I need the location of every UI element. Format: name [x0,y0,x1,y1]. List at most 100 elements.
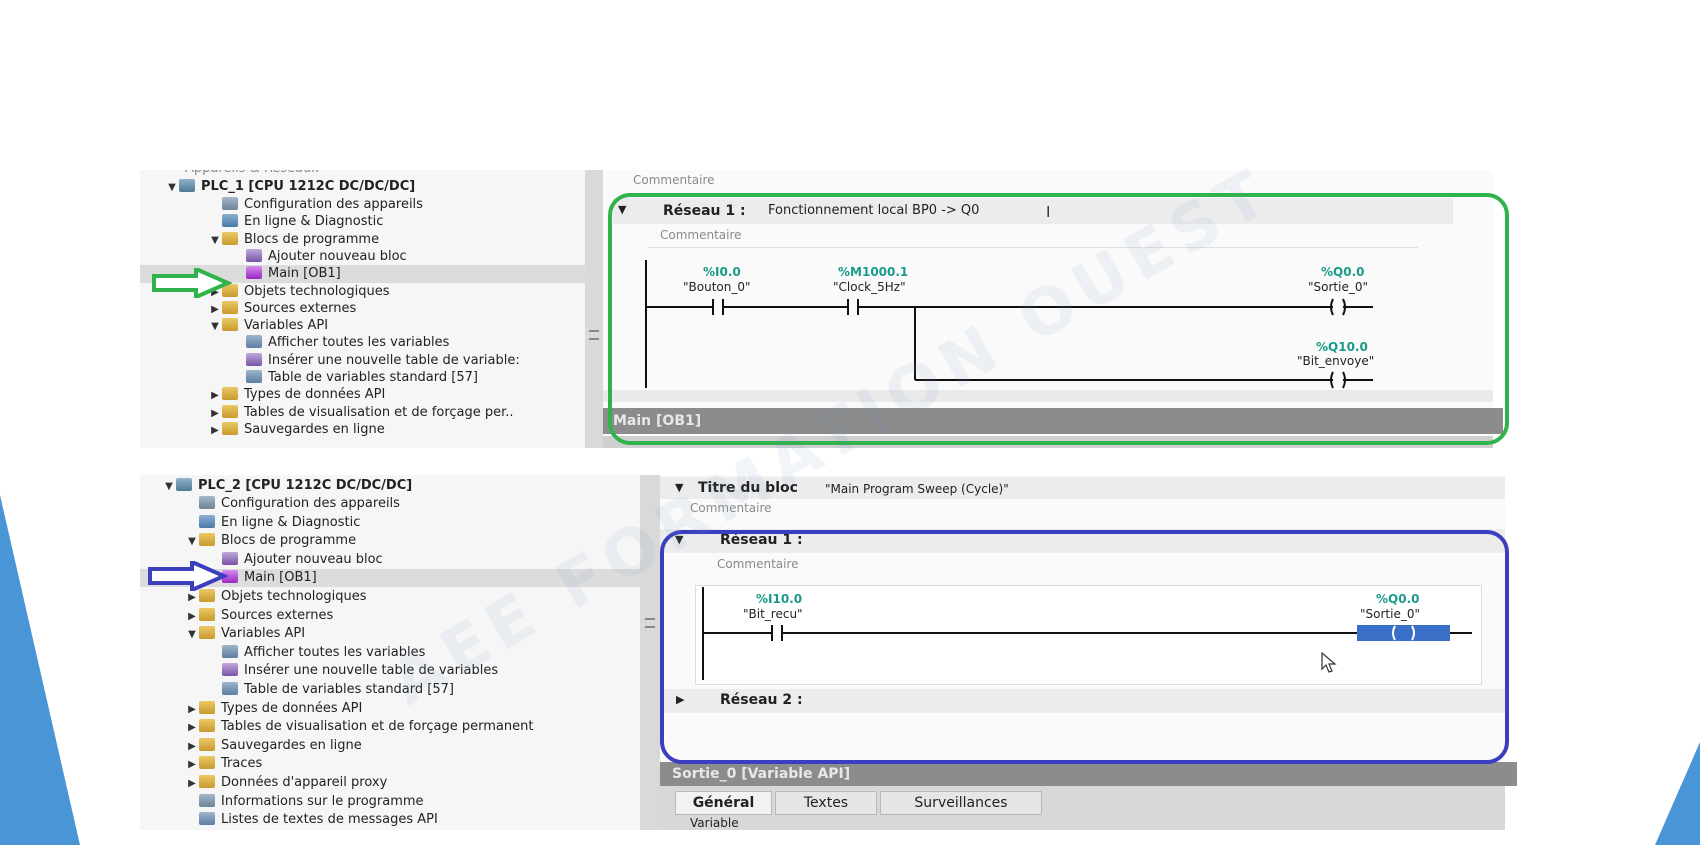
tree-item-label: Types de données API [244,387,386,403]
expand-arrow-icon[interactable]: ▶ [185,775,199,793]
tree-item-label: Ajouter nouveau bloc [244,551,383,567]
tree-item-traces[interactable]: ▶ Traces [185,755,262,773]
tree-item-blocs-de-programme[interactable]: ▼ Blocs de programme [185,532,356,550]
folder-icon [199,775,215,788]
collapse-arrow-icon[interactable]: ▼ [162,478,176,496]
tab-general[interactable]: Général [675,791,772,815]
expand-arrow-icon[interactable]: ▶ [185,608,199,626]
expand-arrow-icon[interactable]: ▶ [185,719,199,737]
add-table-icon [222,663,238,677]
tree-item-label: Sources externes [244,300,357,316]
tree-plc-node[interactable]: ▼ PLC_1 [CPU 1212C DC/DC/DC] [165,178,415,196]
cpu-icon [176,478,192,491]
add-block-icon [246,248,262,262]
variables-icon [222,644,238,658]
collapse-arrow-icon[interactable]: ▼ [208,318,222,336]
folder-icon [199,737,215,751]
blue-highlight-frame [660,530,1509,764]
tree-item-sauvegardes-en-ligne[interactable]: ▶ Sauvegardes en ligne [208,421,385,439]
expand-arrow-icon[interactable]: ▶ [185,589,199,607]
tree-plc-node[interactable]: ▼ PLC_2 [CPU 1212C DC/DC/DC] [162,477,412,495]
expand-arrow-icon[interactable]: ▶ [185,738,199,756]
tree-item-table-de-variables-standard-57[interactable]: Table de variables standard [57] [232,369,478,387]
tree-item-blocs-de-programme[interactable]: ▼ Blocs de programme [208,231,379,249]
tree-plc-label: PLC_1 [CPU 1212C DC/DC/DC] [201,179,416,194]
tree-item-label: Configuration des appareils [221,496,400,511]
collapse-arrow-icon[interactable]: ▼ [165,179,179,197]
expand-arrow-icon[interactable]: ▶ [208,301,222,319]
tree-partial-top[interactable]: Appareils & Réseaux [185,170,319,178]
folder-icon [199,756,215,770]
tree-item-listes-de-textes-de-messages-api[interactable]: Listes de textes de messages API [185,811,438,829]
tree-item-label: Configuration des appareils [244,197,423,212]
variables-icon [246,335,262,349]
tree-item-variables-api[interactable]: ▼ Variables API [185,625,305,643]
tree-item-donn-es-d-appareil-proxy[interactable]: ▶ Données d'appareil proxy [185,774,387,792]
bottom-inspector-title: Sortie_0 [Variable API] [660,762,1517,786]
tree-item-ajouter-nouveau-bloc[interactable]: Ajouter nouveau bloc [232,248,407,266]
tab-surveillances[interactable]: Surveillances [880,791,1042,815]
expand-arrow-icon[interactable]: ▶ [208,422,222,440]
config-icon [199,496,215,509]
expand-arrow-icon[interactable]: ▶ [208,387,222,405]
tree-item-label: Main [OB1] [244,570,317,586]
collapse-arrow-icon[interactable]: ▼ [208,232,222,250]
tree-item-label: Types de données API [221,700,363,716]
tree-item-label: Sources externes [221,607,334,623]
scroll-grip-icon[interactable] [589,330,599,340]
scroll-grip-icon[interactable] [645,618,655,628]
folder-icon [222,421,238,435]
tree-item-label: Table de variables standard [57] [268,370,478,385]
tree-item-sources-externes[interactable]: ▶ Sources externes [208,300,356,318]
tree-item-configuration-des-appareils[interactable]: Configuration des appareils [185,495,400,513]
folder-icon [222,318,238,332]
tree-item-configuration-des-appareils[interactable]: Configuration des appareils [208,196,423,214]
folder-icon [199,719,215,733]
tree-item-objets-technologiques[interactable]: ▶ Objets technologiques [208,283,389,301]
green-arrow-icon [152,268,232,298]
tree-item-en-ligne-diagnostic[interactable]: En ligne & Diagnostic [185,514,360,532]
tree-item-informations-sur-le-programme[interactable]: Informations sur le programme [185,793,424,811]
tab-textes[interactable]: Textes [775,791,877,815]
tree-item-label: Sauvegardes en ligne [221,737,362,753]
tree-item-ajouter-nouveau-bloc[interactable]: Ajouter nouveau bloc [208,551,383,569]
variable-field-label: Variable [690,816,739,830]
expand-arrow-icon[interactable]: ▶ [208,405,222,423]
tree-item-afficher-toutes-les-variables[interactable]: Afficher toutes les variables [232,334,449,352]
folder-icon [222,387,238,401]
tree-item-types-de-donn-es-api[interactable]: ▶ Types de données API [208,386,385,404]
tree-item-label: Insérer une nouvelle table de variable: [268,352,520,368]
collapse-arrow-icon[interactable]: ▼ [185,626,199,644]
folder-icon [222,231,238,245]
tree-item-variables-api[interactable]: ▼ Variables API [208,317,328,335]
tree-item-types-de-donn-es-api[interactable]: ▶ Types de données API [185,700,362,718]
tree-item-tables-de-visualisation-et-de-for-age-per[interactable]: ▶ Tables de visualisation et de forçage p… [208,404,514,422]
tree-item-tables-de-visualisation-et-de-for-age-permanent[interactable]: ▶ Tables de visualisation et de forçage p… [185,718,533,736]
tree-item-label: Blocs de programme [221,533,357,549]
folder-icon [222,300,238,314]
add-table-icon [246,352,262,366]
expand-arrow-icon[interactable]: ▶ [185,701,199,719]
tree-item-label: Tables de visualisation et de forçage pe… [244,404,514,420]
tree-plc-label: PLC_2 [CPU 1212C DC/DC/DC] [198,478,413,493]
tree-item-label: Main [OB1] [268,266,341,282]
tree-item-label: Listes de textes de messages API [221,812,438,828]
online-icon [199,514,215,528]
top-tree-scrollbar[interactable] [585,170,603,448]
blue-arrow-icon [148,561,228,591]
tree-item-label: Traces [221,756,263,772]
tree-item-sauvegardes-en-ligne[interactable]: ▶ Sauvegardes en ligne [185,737,362,755]
tree-item-label: Informations sur le programme [221,793,424,809]
text-list-icon [199,812,215,826]
tree-item-ins-rer-une-nouvelle-table-de-variable[interactable]: Insérer une nouvelle table de variable: [232,352,520,370]
tree-item-label: En ligne & Diagnostic [244,214,384,230]
collapse-arrow-icon[interactable]: ▼ [185,533,199,551]
tree-item-label: Blocs de programme [244,231,380,247]
tree-item-sources-externes[interactable]: ▶ Sources externes [185,607,333,625]
folder-icon [199,533,215,547]
tree-item-en-ligne-diagnostic[interactable]: En ligne & Diagnostic [208,213,383,231]
table-icon [222,682,238,695]
tree-item-label: Sauvegardes en ligne [244,421,385,437]
expand-arrow-icon[interactable]: ▶ [185,756,199,774]
info-icon [199,793,215,807]
